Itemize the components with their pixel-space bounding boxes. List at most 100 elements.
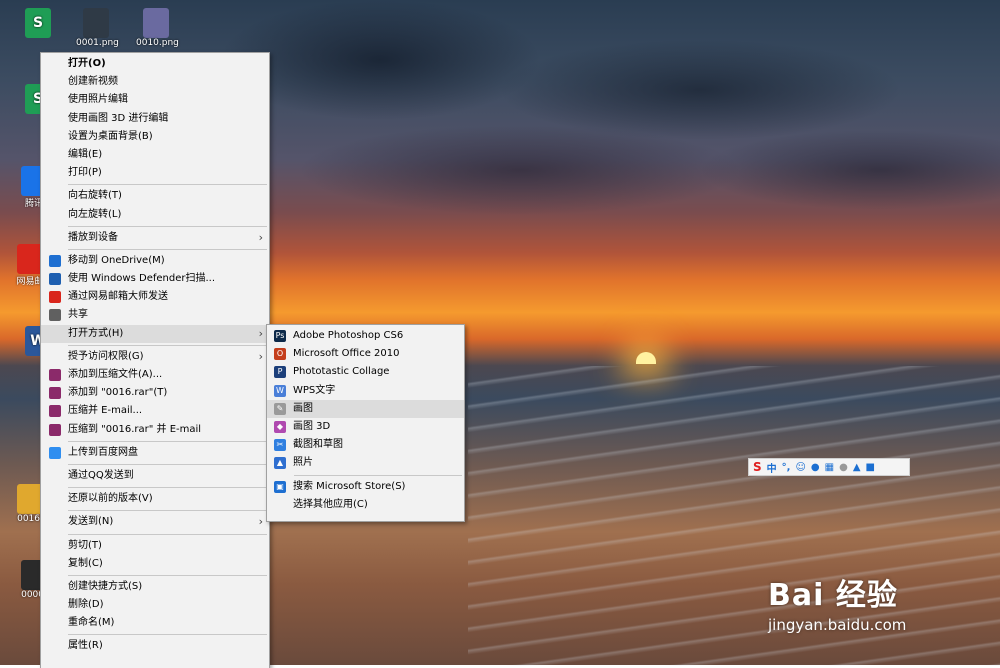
menu-item[interactable]: ✂ 截图和草图 <box>267 436 464 454</box>
desktop-icon-label: 0010.png <box>136 38 179 48</box>
menu-item[interactable]: 添加到压缩文件(A)... <box>41 366 269 384</box>
menu-item[interactable]: 使用照片编辑 <box>41 91 269 109</box>
menu-separator <box>68 440 267 442</box>
menu-item[interactable]: 上传到百度网盘 <box>41 444 269 462</box>
menu-item[interactable]: 移动到 OneDrive(M) <box>41 252 269 270</box>
store-icon: ▣ <box>274 480 286 493</box>
menu-item[interactable]: 向左旋转(L) <box>41 206 269 224</box>
menu-separator <box>294 474 462 476</box>
netease-mail-icon <box>49 291 61 304</box>
menu-item[interactable]: ✎ 画图 <box>267 399 464 418</box>
desktop-icon[interactable]: S <box>18 8 58 38</box>
keyboard-icon[interactable]: ▦ <box>825 462 834 473</box>
menu-separator <box>68 574 267 576</box>
menu-item-label: 属性(R) <box>68 640 103 652</box>
paint-icon: ✎ <box>274 402 286 415</box>
desktop-file-icon <box>83 8 109 38</box>
desktop-file-icon <box>143 8 169 38</box>
menu-item-label: 添加到 "0016.rar"(T) <box>68 387 168 399</box>
menu-item[interactable]: 授予访问权限(G) › <box>41 348 269 366</box>
menu-item-label: 向右旋转(T) <box>68 190 122 202</box>
menu-item[interactable]: 创建新视频 <box>41 73 269 91</box>
menu-item[interactable]: 复制(C) <box>41 555 269 573</box>
menu-item-label: 使用 Windows Defender扫描... <box>68 273 216 285</box>
baidu-netdisk-icon <box>49 446 61 459</box>
menu-item[interactable]: 打开(O) <box>41 55 269 73</box>
menu-item[interactable]: O Microsoft Office 2010 <box>267 345 464 363</box>
menu-item-label: 向左旋转(L) <box>68 208 122 220</box>
menu-item[interactable]: ◆ 画图 3D <box>267 418 464 436</box>
photoshop-icon: Ps <box>274 330 286 342</box>
ime-punct-toggle[interactable]: °, <box>782 462 791 473</box>
desktop-icon[interactable]: 0001.png <box>76 8 119 48</box>
skin-icon[interactable]: ▲ <box>853 462 861 473</box>
menu-separator <box>68 533 267 535</box>
toolbox-icon[interactable]: ■ <box>866 462 875 473</box>
menu-item[interactable]: 发送到(N) › <box>41 513 269 531</box>
office-icon: O <box>274 348 286 361</box>
menu-item-label: 通过QQ发送到 <box>68 469 134 481</box>
paint3d-icon: ◆ <box>274 420 286 433</box>
menu-item[interactable]: 打开方式(H) › <box>41 324 269 343</box>
menu-item[interactable]: 选择其他应用(C) <box>267 496 464 514</box>
menu-item-label: 使用画图 3D 进行编辑 <box>68 112 169 124</box>
menu-item-label: 压缩并 E-mail... <box>68 405 143 417</box>
menu-item[interactable]: 还原以前的版本(V) <box>41 490 269 508</box>
menu-item-label: Microsoft Office 2010 <box>293 348 400 360</box>
menu-item[interactable]: 通过QQ发送到 <box>41 467 269 485</box>
menu-item[interactable]: W WPS文字 <box>267 382 464 400</box>
menu-item-label: 重命名(M) <box>68 617 115 629</box>
menu-separator <box>68 184 267 186</box>
chevron-right-icon: › <box>258 349 263 363</box>
menu-item-label: 设置为桌面背景(B) <box>68 130 153 142</box>
menu-item-label: 授予访问权限(G) <box>68 350 144 362</box>
chevron-right-icon: › <box>258 230 263 244</box>
wps-icon: W <box>274 384 286 397</box>
menu-item[interactable]: 创建快捷方式(S) <box>41 578 269 596</box>
menu-item-label: WPS文字 <box>293 384 336 396</box>
menu-item[interactable]: 属性(R) <box>41 637 269 655</box>
menu-item-label: Adobe Photoshop CS6 <box>293 330 404 341</box>
emoji-icon[interactable]: ☺ <box>795 462 805 473</box>
menu-item[interactable]: 剪切(T) <box>41 537 269 555</box>
menu-item-label: 复制(C) <box>68 557 103 569</box>
menu-item-label: 选择其他应用(C) <box>293 498 368 510</box>
menu-item[interactable]: 编辑(E) <box>41 146 269 164</box>
menu-item-label: 移动到 OneDrive(M) <box>68 254 165 266</box>
menu-item-label: 播放到设备 <box>68 231 118 243</box>
menu-item-label: 共享 <box>68 309 88 321</box>
menu-item[interactable]: 压缩到 "0016.rar" 并 E-mail <box>41 421 269 439</box>
winrar-icon <box>49 423 61 436</box>
menu-item[interactable]: Ps Adobe Photoshop CS6 <box>267 327 464 345</box>
wallpaper-sea <box>468 366 1000 666</box>
watermark-url: jingyan.baidu.com <box>768 616 907 634</box>
menu-item[interactable]: 通过网易邮箱大师发送 <box>41 288 269 306</box>
menu-item[interactable]: 设置为桌面背景(B) <box>41 128 269 146</box>
share-icon <box>49 309 61 322</box>
menu-item-label: 照片 <box>293 457 313 469</box>
menu-item[interactable]: 使用 Windows Defender扫描... <box>41 270 269 288</box>
sogou-logo-icon[interactable]: S <box>753 460 762 474</box>
menu-item[interactable]: 使用画图 3D 进行编辑 <box>41 110 269 128</box>
menu-item[interactable]: 向右旋转(T) <box>41 187 269 205</box>
menu-item-label: 打印(P) <box>68 167 102 179</box>
menu-item[interactable]: 播放到设备 › <box>41 229 269 247</box>
menu-item[interactable]: 重命名(M) <box>41 614 269 632</box>
menu-item[interactable]: 删除(D) <box>41 596 269 614</box>
desktop-icon[interactable]: 0010.png <box>136 8 179 48</box>
menu-item[interactable]: 打印(P) <box>41 164 269 182</box>
menu-item[interactable]: 共享 <box>41 306 269 324</box>
menu-item[interactable]: 压缩并 E-mail... <box>41 402 269 420</box>
microphone-icon[interactable]: ● <box>811 462 820 473</box>
open-with-submenu: Ps Adobe Photoshop CS6 O Microsoft Office 2… <box>266 324 465 522</box>
user-icon[interactable]: ● <box>839 462 848 473</box>
menu-item[interactable]: ▣ 搜索 Microsoft Store(S) <box>267 478 464 496</box>
ime-mode-toggle[interactable]: 中 <box>767 460 777 475</box>
wallpaper-sun <box>636 352 656 364</box>
menu-item-label: 删除(D) <box>68 599 104 611</box>
menu-item[interactable]: 添加到 "0016.rar"(T) <box>41 384 269 402</box>
menu-item[interactable]: P Phototastic Collage <box>267 363 464 381</box>
ime-toolbar[interactable]: S 中 °, ☺ ● ▦ ● ▲ ■ <box>748 458 910 476</box>
menu-item[interactable]: ▲ 照片 <box>267 454 464 472</box>
desktop-file-icon: S <box>25 8 51 38</box>
